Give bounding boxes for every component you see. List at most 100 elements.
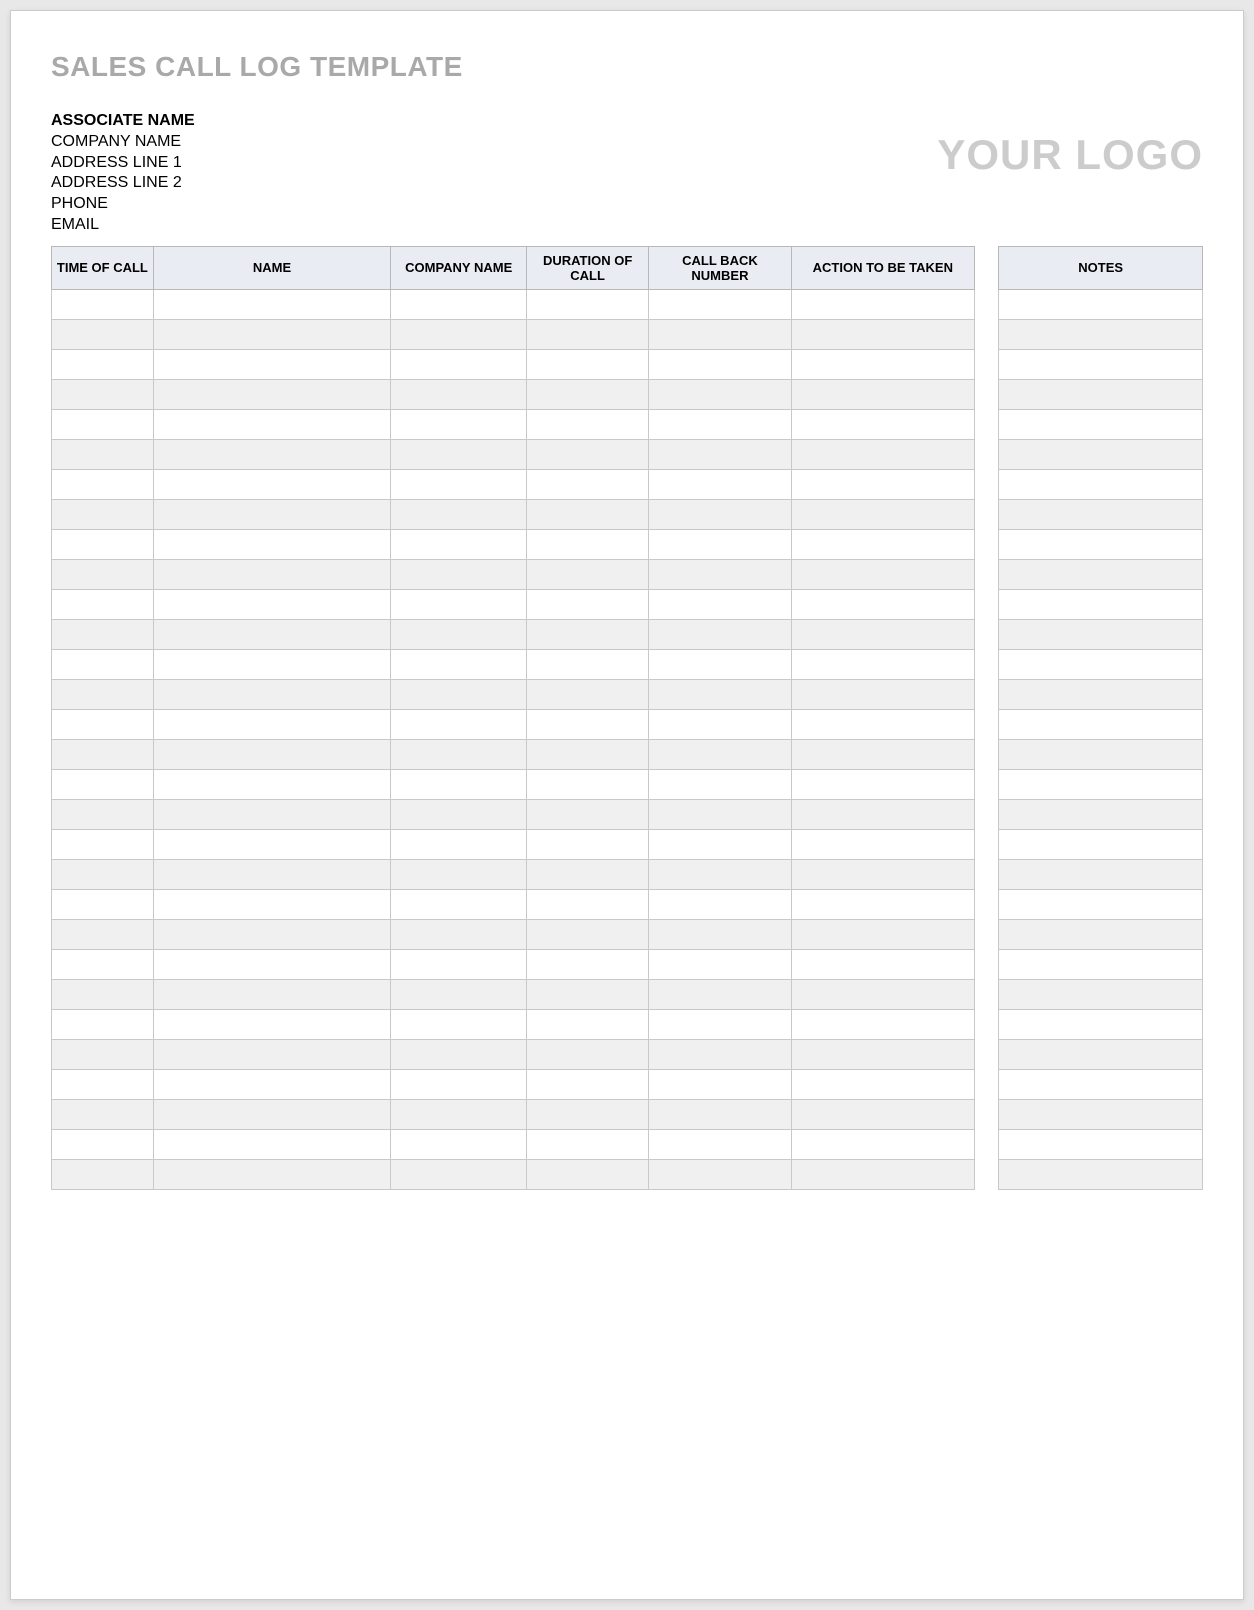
- table-cell[interactable]: [52, 829, 154, 859]
- table-cell[interactable]: [391, 319, 527, 349]
- table-cell[interactable]: [791, 1099, 974, 1129]
- table-cell[interactable]: [153, 889, 391, 919]
- table-cell[interactable]: [391, 379, 527, 409]
- table-cell[interactable]: [391, 559, 527, 589]
- table-cell[interactable]: [391, 1039, 527, 1069]
- table-cell[interactable]: [52, 529, 154, 559]
- table-cell[interactable]: [999, 559, 1203, 589]
- table-cell[interactable]: [791, 979, 974, 1009]
- table-cell[interactable]: [527, 1099, 649, 1129]
- table-cell[interactable]: [391, 439, 527, 469]
- table-cell[interactable]: [791, 319, 974, 349]
- table-cell[interactable]: [52, 859, 154, 889]
- table-cell[interactable]: [52, 1159, 154, 1189]
- table-cell[interactable]: [52, 379, 154, 409]
- table-cell[interactable]: [52, 499, 154, 529]
- table-cell[interactable]: [649, 1099, 792, 1129]
- table-cell[interactable]: [649, 1009, 792, 1039]
- table-cell[interactable]: [52, 919, 154, 949]
- table-cell[interactable]: [649, 949, 792, 979]
- table-cell[interactable]: [153, 529, 391, 559]
- table-cell[interactable]: [791, 1069, 974, 1099]
- table-cell[interactable]: [52, 949, 154, 979]
- table-cell[interactable]: [153, 409, 391, 439]
- table-cell[interactable]: [153, 289, 391, 319]
- table-cell[interactable]: [649, 319, 792, 349]
- table-cell[interactable]: [649, 1069, 792, 1099]
- table-cell[interactable]: [999, 949, 1203, 979]
- table-cell[interactable]: [153, 709, 391, 739]
- table-cell[interactable]: [52, 619, 154, 649]
- table-cell[interactable]: [791, 769, 974, 799]
- table-cell[interactable]: [527, 499, 649, 529]
- table-cell[interactable]: [153, 859, 391, 889]
- table-cell[interactable]: [153, 379, 391, 409]
- table-cell[interactable]: [391, 589, 527, 619]
- table-cell[interactable]: [649, 499, 792, 529]
- table-cell[interactable]: [649, 589, 792, 619]
- table-cell[interactable]: [527, 979, 649, 1009]
- table-cell[interactable]: [52, 889, 154, 919]
- table-cell[interactable]: [999, 829, 1203, 859]
- table-cell[interactable]: [649, 889, 792, 919]
- table-cell[interactable]: [791, 1039, 974, 1069]
- table-cell[interactable]: [527, 829, 649, 859]
- table-cell[interactable]: [999, 649, 1203, 679]
- table-cell[interactable]: [391, 349, 527, 379]
- table-cell[interactable]: [999, 1129, 1203, 1159]
- table-cell[interactable]: [153, 979, 391, 1009]
- table-cell[interactable]: [791, 649, 974, 679]
- table-cell[interactable]: [52, 1009, 154, 1039]
- table-cell[interactable]: [527, 379, 649, 409]
- table-cell[interactable]: [153, 829, 391, 859]
- table-cell[interactable]: [527, 409, 649, 439]
- table-cell[interactable]: [527, 649, 649, 679]
- table-cell[interactable]: [791, 499, 974, 529]
- table-cell[interactable]: [391, 619, 527, 649]
- table-cell[interactable]: [791, 349, 974, 379]
- table-cell[interactable]: [52, 649, 154, 679]
- table-cell[interactable]: [153, 1129, 391, 1159]
- table-cell[interactable]: [52, 1129, 154, 1159]
- table-cell[interactable]: [153, 499, 391, 529]
- table-cell[interactable]: [649, 349, 792, 379]
- table-cell[interactable]: [791, 949, 974, 979]
- table-cell[interactable]: [391, 799, 527, 829]
- table-cell[interactable]: [999, 619, 1203, 649]
- table-cell[interactable]: [527, 319, 649, 349]
- table-cell[interactable]: [153, 439, 391, 469]
- table-cell[interactable]: [153, 619, 391, 649]
- table-cell[interactable]: [391, 1159, 527, 1189]
- table-cell[interactable]: [527, 529, 649, 559]
- table-cell[interactable]: [999, 289, 1203, 319]
- table-cell[interactable]: [999, 469, 1203, 499]
- table-cell[interactable]: [999, 889, 1203, 919]
- table-cell[interactable]: [153, 559, 391, 589]
- table-cell[interactable]: [52, 1039, 154, 1069]
- table-cell[interactable]: [649, 559, 792, 589]
- table-cell[interactable]: [527, 799, 649, 829]
- table-cell[interactable]: [649, 709, 792, 739]
- table-cell[interactable]: [527, 1159, 649, 1189]
- table-cell[interactable]: [649, 1039, 792, 1069]
- table-cell[interactable]: [153, 1009, 391, 1039]
- table-cell[interactable]: [999, 769, 1203, 799]
- table-cell[interactable]: [791, 859, 974, 889]
- table-cell[interactable]: [999, 409, 1203, 439]
- table-cell[interactable]: [391, 1099, 527, 1129]
- table-cell[interactable]: [649, 529, 792, 559]
- table-cell[interactable]: [791, 829, 974, 859]
- table-cell[interactable]: [391, 979, 527, 1009]
- table-cell[interactable]: [153, 649, 391, 679]
- table-cell[interactable]: [391, 709, 527, 739]
- table-cell[interactable]: [649, 1159, 792, 1189]
- table-cell[interactable]: [791, 379, 974, 409]
- table-cell[interactable]: [999, 589, 1203, 619]
- table-cell[interactable]: [999, 799, 1203, 829]
- table-cell[interactable]: [391, 739, 527, 769]
- table-cell[interactable]: [153, 1159, 391, 1189]
- table-cell[interactable]: [153, 1069, 391, 1099]
- table-cell[interactable]: [52, 409, 154, 439]
- table-cell[interactable]: [391, 769, 527, 799]
- table-cell[interactable]: [649, 409, 792, 439]
